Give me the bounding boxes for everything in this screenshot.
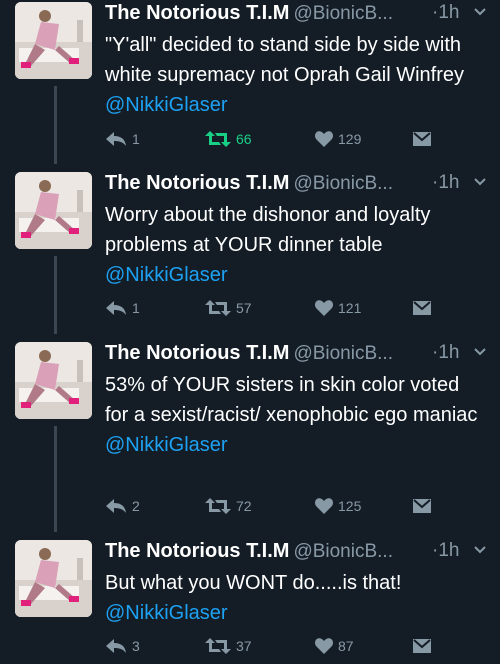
tweet-header: The Notorious T.I.M @BionicB... ·1h bbox=[105, 340, 500, 366]
tweet-actions: 3 37 87 bbox=[105, 634, 485, 658]
retweet-count: 72 bbox=[236, 498, 252, 514]
avatar-image bbox=[15, 540, 92, 617]
retweet-button[interactable]: 57 bbox=[205, 296, 252, 320]
like-count: 87 bbox=[338, 638, 354, 654]
reply-icon bbox=[106, 499, 126, 513]
retweet-button[interactable]: 72 bbox=[205, 494, 252, 518]
like-count: 125 bbox=[338, 498, 362, 514]
retweet-icon bbox=[205, 498, 231, 514]
tweet-thread: The Notorious T.I.M @BionicB... ·1h "Y'al… bbox=[0, 0, 500, 664]
reply-button[interactable]: 2 bbox=[105, 494, 140, 518]
reply-button[interactable]: 3 bbox=[105, 634, 140, 658]
tweet[interactable]: The Notorious T.I.M @BionicB... ·1h But w… bbox=[0, 538, 500, 664]
envelope-icon bbox=[413, 132, 431, 146]
chevron-down-icon[interactable] bbox=[472, 174, 488, 190]
reply-count: 2 bbox=[132, 498, 140, 514]
direct-message-button[interactable] bbox=[413, 494, 431, 518]
reply-count: 1 bbox=[132, 300, 140, 316]
reply-count: 1 bbox=[132, 131, 140, 147]
heart-icon bbox=[315, 638, 333, 654]
tweet[interactable]: The Notorious T.I.M @BionicB... ·1h "Y'al… bbox=[0, 0, 500, 165]
like-button[interactable]: 121 bbox=[315, 296, 361, 320]
like-count: 121 bbox=[338, 300, 362, 316]
direct-message-button[interactable] bbox=[413, 127, 431, 151]
direct-message-button[interactable] bbox=[413, 634, 431, 658]
tweet-body: 53% of YOUR sisters in skin color voted … bbox=[105, 374, 478, 426]
avatar-image bbox=[15, 342, 92, 419]
heart-icon bbox=[315, 498, 333, 514]
reply-icon bbox=[106, 301, 126, 315]
user-handle[interactable]: @BionicB... bbox=[293, 541, 393, 562]
retweet-icon bbox=[205, 638, 231, 654]
avatar[interactable] bbox=[15, 172, 92, 249]
tweet-text: 53% of YOUR sisters in skin color voted … bbox=[105, 370, 485, 460]
chevron-down-icon[interactable] bbox=[472, 344, 488, 360]
user-handle[interactable]: @BionicB... bbox=[293, 343, 393, 364]
tweet[interactable]: The Notorious T.I.M @BionicB... ·1h 53% o… bbox=[0, 340, 500, 530]
tweet-body: Worry about the dishonor and loyalty pro… bbox=[105, 204, 431, 256]
envelope-icon bbox=[413, 639, 431, 653]
avatar[interactable] bbox=[15, 540, 92, 617]
tweet-header: The Notorious T.I.M @BionicB... ·1h bbox=[105, 170, 500, 196]
envelope-icon bbox=[413, 301, 431, 315]
chevron-down-icon[interactable] bbox=[472, 4, 488, 20]
timestamp[interactable]: ·1h bbox=[432, 340, 459, 366]
retweet-icon bbox=[205, 131, 231, 147]
heart-icon bbox=[315, 131, 333, 147]
envelope-icon bbox=[413, 499, 431, 513]
avatar[interactable] bbox=[15, 342, 92, 419]
tweet-text: Worry about the dishonor and loyalty pro… bbox=[105, 200, 485, 290]
reply-icon bbox=[106, 639, 126, 653]
timestamp[interactable]: ·1h bbox=[432, 170, 459, 196]
tweet-actions: 1 66 129 bbox=[105, 127, 485, 151]
tweet-text: But what you WONT do.....is that! @Nikki… bbox=[105, 568, 485, 628]
user-handle[interactable]: @BionicB... bbox=[293, 173, 393, 194]
retweet-button[interactable]: 37 bbox=[205, 634, 252, 658]
reply-count: 3 bbox=[132, 638, 140, 654]
direct-message-button[interactable] bbox=[413, 296, 431, 320]
retweet-count: 66 bbox=[236, 131, 252, 147]
user-handle[interactable]: @BionicB... bbox=[293, 3, 393, 24]
tweet-text: "Y'all" decided to stand side by side wi… bbox=[105, 30, 485, 120]
reply-button[interactable]: 1 bbox=[105, 127, 140, 151]
avatar-image bbox=[15, 172, 92, 249]
tweet-actions: 2 72 125 bbox=[105, 494, 485, 518]
mention-link[interactable]: @NikkiGlaser bbox=[105, 94, 228, 116]
retweet-icon bbox=[205, 300, 231, 316]
heart-icon bbox=[315, 300, 333, 316]
timestamp[interactable]: ·1h bbox=[432, 0, 459, 26]
like-button[interactable]: 125 bbox=[315, 494, 361, 518]
tweet-header: The Notorious T.I.M @BionicB... ·1h bbox=[105, 0, 500, 26]
like-count: 129 bbox=[338, 131, 362, 147]
retweet-count: 57 bbox=[236, 300, 252, 316]
reply-button[interactable]: 1 bbox=[105, 296, 140, 320]
display-name[interactable]: The Notorious T.I.M bbox=[105, 2, 289, 24]
retweet-button[interactable]: 66 bbox=[205, 127, 252, 151]
tweet[interactable]: The Notorious T.I.M @BionicB... ·1h Worry… bbox=[0, 170, 500, 335]
timestamp[interactable]: ·1h bbox=[432, 538, 459, 564]
display-name[interactable]: The Notorious T.I.M bbox=[105, 342, 289, 364]
chevron-down-icon[interactable] bbox=[472, 542, 488, 558]
reply-icon bbox=[106, 132, 126, 146]
display-name[interactable]: The Notorious T.I.M bbox=[105, 172, 289, 194]
like-button[interactable]: 129 bbox=[315, 127, 361, 151]
mention-link[interactable]: @NikkiGlaser bbox=[105, 434, 228, 456]
tweet-body: But what you WONT do.....is that! bbox=[105, 572, 402, 594]
avatar[interactable] bbox=[15, 2, 92, 79]
tweet-body: "Y'all" decided to stand side by side wi… bbox=[105, 34, 465, 86]
tweet-actions: 1 57 121 bbox=[105, 296, 485, 320]
like-button[interactable]: 87 bbox=[315, 634, 354, 658]
mention-link[interactable]: @NikkiGlaser bbox=[105, 602, 228, 624]
display-name[interactable]: The Notorious T.I.M bbox=[105, 540, 289, 562]
retweet-count: 37 bbox=[236, 638, 252, 654]
mention-link[interactable]: @NikkiGlaser bbox=[105, 264, 228, 286]
avatar-image bbox=[15, 2, 92, 79]
tweet-header: The Notorious T.I.M @BionicB... ·1h bbox=[105, 538, 500, 564]
